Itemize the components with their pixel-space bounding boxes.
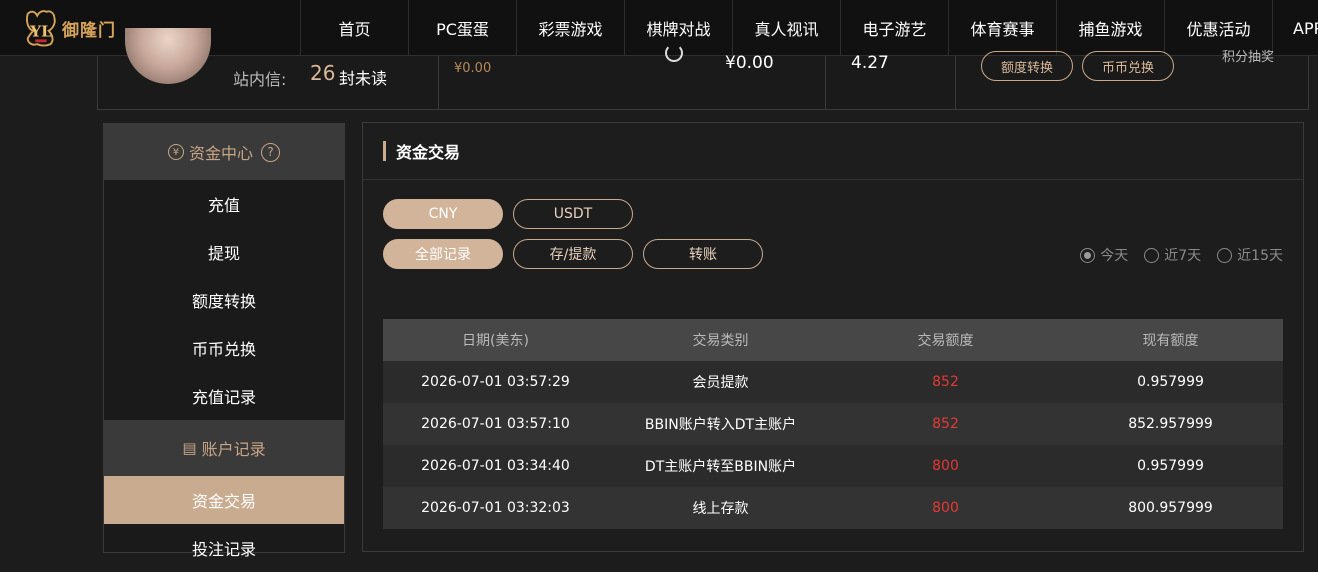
title-accent-bar: [383, 141, 386, 161]
sidebar-item-bet-records[interactable]: 投注记录: [104, 524, 344, 572]
table-row: 2026-07-01 03:57:10 BBIN账户转入DT主账户 852 85…: [383, 403, 1283, 445]
points-prize-link[interactable]: 积分抽奖: [1222, 46, 1274, 65]
fund-center-label: 资金中心: [188, 144, 253, 163]
range-today-label: 今天: [1100, 248, 1129, 264]
page-title: 资金交易: [396, 143, 461, 162]
header-amount: 交易额度: [917, 333, 974, 349]
range-15-days[interactable]: 近15天: [1217, 245, 1283, 265]
nav-live-casino[interactable]: 真人视讯: [732, 0, 840, 56]
cell-type: DT主账户转至BBIN账户: [644, 459, 797, 475]
cell-balance: 852.957999: [1128, 416, 1213, 432]
cell-balance: 0.957999: [1137, 458, 1204, 474]
cell-amount: 852: [932, 416, 959, 432]
main-panel: 资金交易 CNY USDT 全部记录 存/提款 转账 今天 近7天 近15天 日…: [362, 122, 1304, 552]
cell-date: 2026-07-01 03:57:10: [421, 416, 570, 432]
cell-type: 会员提款: [692, 375, 749, 391]
cell-amount: 852: [932, 374, 959, 390]
logo-text: 御隆门: [62, 20, 116, 41]
cell-date: 2026-07-01 03:34:40: [421, 458, 570, 474]
site-logo[interactable]: YL 御隆门: [22, 6, 122, 50]
tab-all-records[interactable]: 全部记录: [383, 239, 503, 269]
wallet-balance-small: ¥0.00: [454, 61, 492, 76]
question-circle-icon[interactable]: ?: [261, 142, 280, 162]
cell-type: 线上存款: [692, 501, 749, 517]
tab-usdt[interactable]: USDT: [513, 199, 633, 229]
unread-mail-unit: 封未读: [339, 69, 388, 88]
range-today[interactable]: 今天: [1080, 245, 1128, 265]
header-type: 交易类别: [692, 333, 749, 349]
nav-pc-egg[interactable]: PC蛋蛋: [408, 0, 516, 56]
nav-home[interactable]: 首页: [300, 0, 408, 56]
sidebar-item-withdraw[interactable]: 提现: [104, 228, 344, 276]
unread-mail-count[interactable]: 26: [310, 61, 335, 85]
nav-slots[interactable]: 电子游艺: [840, 0, 948, 56]
account-records-label: 账户记录: [201, 440, 266, 459]
main-balance: ¥0.00: [725, 53, 774, 73]
account-info-bar: 站内信: 26 封未读 ¥0.00 ¥0.00 4.27 额度转换 币币兑换 积…: [97, 28, 1309, 110]
cell-date: 2026-07-01 03:32:03: [421, 500, 570, 516]
nav-app[interactable]: APP: [1272, 0, 1318, 56]
transactions-table: 日期(美东) 交易类别 交易额度 现有额度 2026-07-01 03:57:2…: [383, 319, 1283, 529]
cell-amount: 800: [932, 500, 959, 516]
cell-type: BBIN账户转入DT主账户: [644, 417, 797, 433]
quota-transfer-button[interactable]: 额度转换: [981, 51, 1073, 81]
sidebar-item-fund-transactions[interactable]: 资金交易: [104, 476, 344, 524]
divider: [825, 56, 826, 110]
sidebar: ¥ 资金中心 ? 充值 提现 额度转换 币币兑换 充值记录 ▤ 账户记录 资金交…: [103, 123, 345, 559]
sidebar-item-coin-exchange[interactable]: 币币兑换: [104, 324, 344, 372]
divider: [955, 56, 956, 110]
table-header: 日期(美东) 交易类别 交易额度 现有额度: [383, 319, 1283, 361]
tab-deposit-withdraw[interactable]: 存/提款: [513, 239, 633, 269]
sidebar-item-deposit-records[interactable]: 充值记录: [104, 372, 344, 420]
cell-date: 2026-07-01 03:57:29: [421, 374, 570, 390]
yuan-circle-icon: ¥: [167, 144, 184, 160]
nav-lottery[interactable]: 彩票游戏: [516, 0, 624, 56]
header-date: 日期(美东): [462, 333, 529, 349]
sidebar-item-deposit[interactable]: 充值: [104, 180, 344, 228]
range-7-days[interactable]: 近7天: [1144, 245, 1201, 265]
avatar[interactable]: [125, 28, 211, 84]
document-icon: ▤: [182, 439, 197, 457]
cell-balance: 800.957999: [1128, 500, 1213, 516]
nav-sports[interactable]: 体育赛事: [948, 0, 1056, 56]
panel-header: 资金交易: [363, 123, 1303, 180]
table-row: 2026-07-01 03:34:40 DT主账户转至BBIN账户 800 0.…: [383, 445, 1283, 487]
refresh-icon[interactable]: [665, 44, 683, 62]
coin-exchange-button[interactable]: 币币兑换: [1082, 51, 1174, 81]
date-range-filter: 今天 近7天 近15天: [1080, 245, 1283, 265]
cell-amount: 800: [932, 458, 959, 474]
main-nav: 首页 PC蛋蛋 彩票游戏 棋牌对战 真人视讯 电子游艺 体育赛事 捕鱼游戏 优惠…: [300, 0, 1318, 56]
header-balance: 现有额度: [1142, 333, 1199, 349]
sidebar-item-quota-transfer[interactable]: 额度转换: [104, 276, 344, 324]
sidebar-header-fund-center: ¥ 资金中心 ?: [104, 124, 344, 180]
mail-label: 站内信:: [233, 70, 287, 89]
radio-icon: [1217, 247, 1233, 263]
range-7-days-label: 近7天: [1164, 248, 1202, 264]
table-row: 2026-07-01 03:32:03 线上存款 800 800.957999: [383, 487, 1283, 529]
tab-cny[interactable]: CNY: [383, 199, 503, 229]
radio-icon: [1144, 247, 1160, 263]
cell-balance: 0.957999: [1137, 374, 1204, 390]
table-row: 2026-07-01 03:57:29 会员提款 852 0.957999: [383, 361, 1283, 403]
svg-text:YL: YL: [29, 23, 52, 41]
dragon-logo-icon: YL: [26, 10, 56, 47]
sidebar-header-account-records: ▤ 账户记录: [104, 420, 344, 476]
radio-selected-icon: [1080, 247, 1096, 263]
divider: [438, 56, 439, 110]
tab-transfer[interactable]: 转账: [643, 239, 763, 269]
nav-fishing[interactable]: 捕鱼游戏: [1056, 0, 1164, 56]
range-15-days-label: 近15天: [1237, 248, 1283, 264]
points-value: 4.27: [851, 53, 889, 73]
